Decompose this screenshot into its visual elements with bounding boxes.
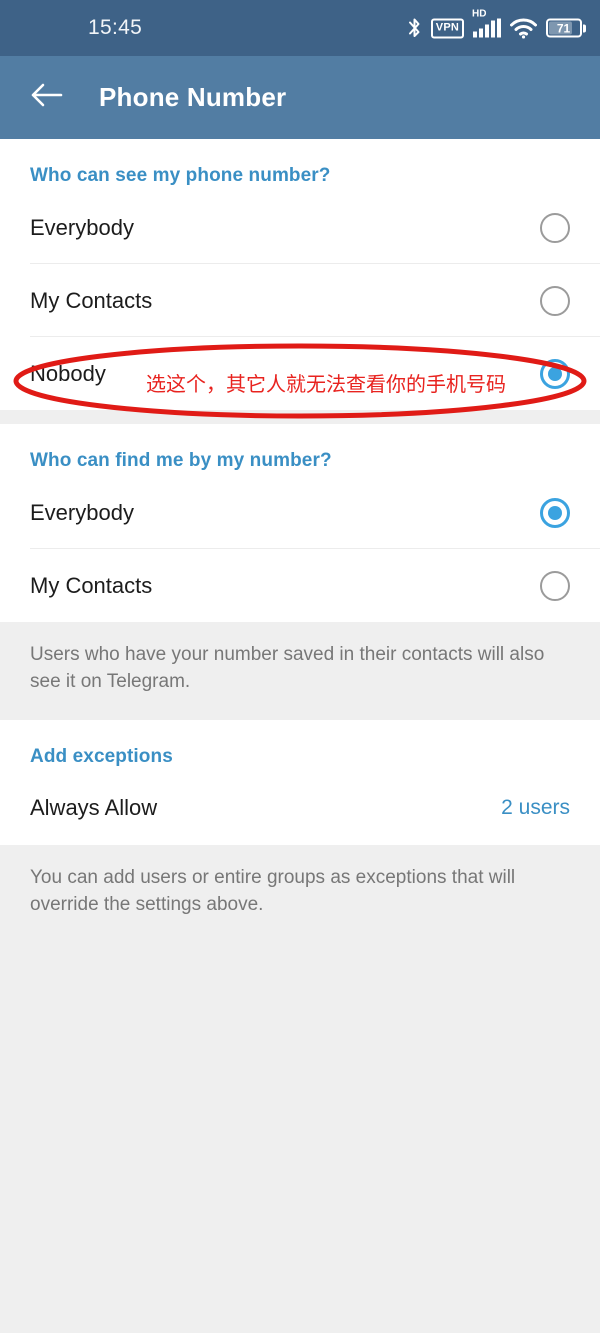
section-findability: Who can find me by my number? Everybody … — [0, 424, 600, 622]
option-label: My Contacts — [30, 572, 153, 598]
cellular-signal-icon: HD — [472, 9, 501, 38]
option-findability-everybody[interactable]: Everybody — [0, 476, 600, 549]
section-visibility-title: Who can see my phone number? — [30, 165, 331, 186]
status-bar-icons: VPN HD 71 — [407, 9, 586, 39]
option-label: Nobody — [30, 360, 106, 386]
radio-visibility-everybody[interactable] — [540, 212, 570, 243]
radio-visibility-nobody[interactable] — [540, 358, 570, 389]
option-label: Everybody — [30, 214, 134, 240]
phone-screen: 15:45 VPN HD 71 Phone Number Who can see… — [0, 0, 600, 1333]
battery-icon: 71 — [546, 18, 586, 38]
option-label: My Contacts — [30, 287, 153, 313]
row-label: Always Allow — [30, 795, 158, 821]
wifi-icon — [510, 18, 537, 38]
section-findability-title: Who can find me by my number? — [30, 450, 332, 471]
row-always-allow[interactable]: Always Allow 2 users — [0, 772, 600, 845]
bluetooth-icon — [407, 18, 422, 39]
findability-footnote: Users who have your number saved in thei… — [0, 622, 600, 720]
battery-percent: 71 — [556, 21, 571, 35]
status-bar: 15:45 VPN HD 71 — [0, 0, 600, 56]
hd-icon: HD — [472, 8, 487, 20]
radio-visibility-my-contacts[interactable] — [540, 285, 570, 316]
app-bar: Phone Number — [0, 56, 600, 139]
back-arrow-icon — [31, 82, 63, 113]
section-gap — [0, 410, 600, 424]
page-title: Phone Number — [99, 82, 287, 112]
option-visibility-my-contacts[interactable]: My Contacts — [0, 264, 600, 337]
radio-findability-my-contacts[interactable] — [540, 570, 570, 601]
back-button[interactable] — [26, 77, 68, 119]
option-label: Everybody — [30, 499, 134, 525]
option-visibility-everybody[interactable]: Everybody — [0, 191, 600, 264]
vpn-icon: VPN — [430, 18, 464, 38]
always-allow-count: 2 users — [501, 796, 570, 820]
status-bar-clock: 15:45 — [88, 16, 143, 39]
section-exceptions: Add exceptions Always Allow 2 users — [0, 719, 600, 845]
option-visibility-nobody[interactable]: Nobody — [0, 337, 600, 410]
radio-findability-everybody[interactable] — [540, 497, 570, 528]
section-visibility: Who can see my phone number? Everybody M… — [0, 139, 600, 410]
exceptions-footnote: You can add users or entire groups as ex… — [0, 844, 600, 943]
section-exceptions-title: Add exceptions — [30, 745, 173, 767]
option-findability-my-contacts[interactable]: My Contacts — [0, 549, 600, 622]
